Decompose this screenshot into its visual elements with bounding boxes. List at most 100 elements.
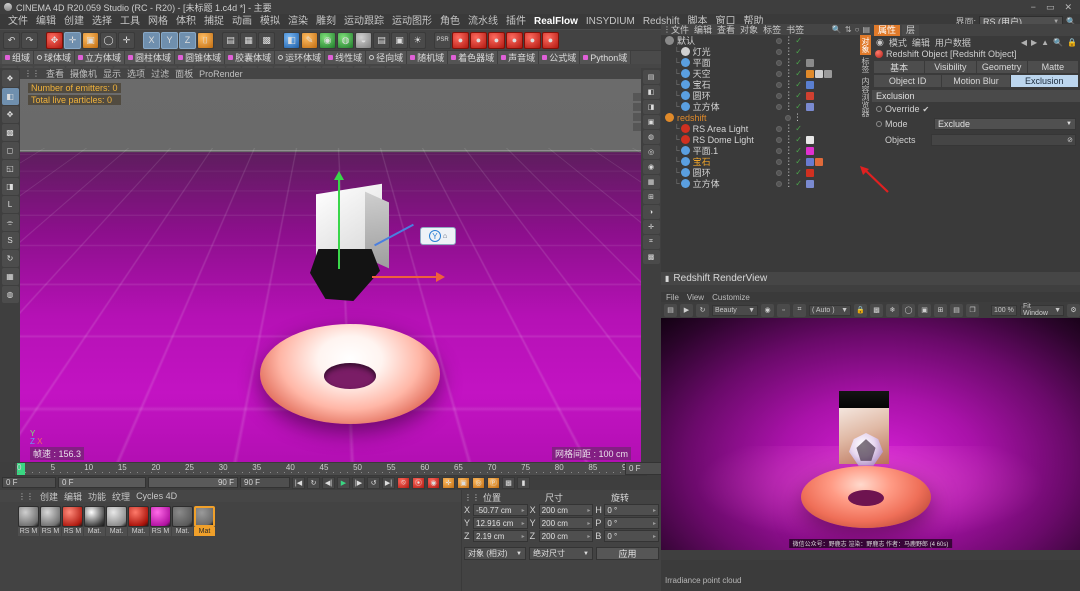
live-selection-icon[interactable]: ✥: [46, 32, 63, 49]
viewport-side-tool-3[interactable]: ▣: [643, 115, 660, 129]
viewport-torus-object[interactable]: [260, 324, 440, 424]
menu-item-6[interactable]: 体积: [172, 14, 200, 29]
visibility-editor-dot[interactable]: [776, 38, 782, 44]
attribute-manager-tabs[interactable]: 属性层: [872, 24, 1080, 36]
play-button[interactable]: ▶: [337, 477, 350, 489]
attribute-subtab-object-id[interactable]: Object ID: [874, 75, 941, 87]
dither-icon[interactable]: ▫: [777, 304, 790, 317]
start-render-icon[interactable]: ▶: [680, 304, 693, 317]
end-frame-slider[interactable]: 90 F: [148, 477, 238, 488]
position-key-button[interactable]: ✛: [442, 477, 455, 489]
field-button-6[interactable]: 运环体域: [275, 51, 325, 64]
material-item-7[interactable]: Mat.: [172, 506, 193, 536]
render-region-icon[interactable]: ▦: [240, 32, 257, 49]
search-icon[interactable]: 🔍: [832, 25, 842, 34]
measure-tool-icon[interactable]: L: [2, 196, 19, 213]
renderview-menu-file[interactable]: File: [666, 293, 679, 302]
scale-icon[interactable]: ▣: [82, 32, 99, 49]
render-view-icon[interactable]: ▤: [222, 32, 239, 49]
override-checkbox[interactable]: ✔: [923, 105, 930, 114]
snowflake-icon[interactable]: ❄: [886, 304, 899, 317]
object-row-8[interactable]: └RS Area Light⋮✓: [661, 123, 860, 134]
history-icon[interactable]: ▤: [950, 304, 963, 317]
viewport-side-tool-7[interactable]: ▦: [643, 175, 660, 189]
coord-position-input-2[interactable]: 2.19 cm▸: [473, 530, 528, 542]
rs-volume-icon[interactable]: ●: [542, 32, 559, 49]
edges-tool-icon[interactable]: ◱: [2, 160, 19, 177]
autokey-button[interactable]: ⦿: [412, 477, 425, 489]
visibility-editor-dot[interactable]: [785, 115, 791, 121]
object-axis-icon[interactable]: ✥: [2, 106, 19, 123]
render-settings-icon[interactable]: ▩: [258, 32, 275, 49]
attribute-subtabs-row-1[interactable]: 基本VisibilityGeometryMatte: [872, 60, 1080, 74]
field-button-7[interactable]: 线性域: [325, 51, 366, 64]
enabled-check-icon[interactable]: ✓: [795, 102, 802, 111]
stepper-icon[interactable]: ▸: [587, 520, 590, 527]
polygon-mesh-icon[interactable]: ▩: [2, 124, 19, 141]
grid-icon[interactable]: ▩: [870, 304, 883, 317]
camera-widget[interactable]: Y ⌂: [420, 227, 456, 245]
rs-object-icon[interactable]: ●: [452, 32, 469, 49]
current-frame-field[interactable]: 0 F: [2, 477, 56, 488]
viewport-nav-icons[interactable]: [633, 93, 641, 131]
viewport-side-tool-2[interactable]: ◨: [643, 100, 660, 114]
orbit-icon[interactable]: [633, 113, 641, 121]
material-item-5[interactable]: Mat.: [128, 506, 149, 536]
menu-item-10[interactable]: 渲染: [284, 14, 312, 29]
menu-item-14[interactable]: 角色: [436, 14, 464, 29]
attribute-subtab-geometry[interactable]: Geometry: [977, 61, 1027, 73]
menu-item-1[interactable]: 编辑: [32, 14, 60, 29]
visibility-editor-dot[interactable]: [776, 104, 782, 110]
object-vtab-0[interactable]: 对象: [860, 35, 871, 55]
circle-slash-icon[interactable]: ⊘: [1067, 136, 1073, 144]
visibility-editor-dot[interactable]: [776, 82, 782, 88]
viewport-side-tool-12[interactable]: ▩: [643, 250, 660, 264]
coord-rotation-input-1[interactable]: 0 °▸: [604, 517, 659, 529]
workplane-icon[interactable]: ⌯: [2, 214, 19, 231]
object-tag-0[interactable]: [806, 59, 814, 67]
objects-droparea[interactable]: ⊘: [931, 134, 1076, 146]
coord-position-input-1[interactable]: 12.916 cm▸: [473, 517, 528, 529]
stepper-icon[interactable]: ▸: [522, 520, 525, 527]
object-row-12[interactable]: └圆环⋮✓: [661, 167, 860, 178]
object-tag-0[interactable]: [806, 147, 814, 155]
stepper-icon[interactable]: ▸: [587, 507, 590, 514]
attribute-nav-icon-4[interactable]: 🔒: [1067, 38, 1077, 47]
material-menu-0[interactable]: 创建: [40, 490, 58, 503]
enabled-check-icon[interactable]: ✓: [795, 157, 802, 166]
maximize-view-icon[interactable]: [633, 123, 641, 131]
object-tag-0[interactable]: [806, 81, 814, 89]
coord-size-input-0[interactable]: 200 cm▸: [539, 504, 594, 516]
viewport-side-tool-1[interactable]: ◧: [643, 85, 660, 99]
timeline-settings-button[interactable]: ▮: [517, 477, 530, 489]
apply-button[interactable]: 应用: [596, 547, 659, 560]
viewport-side-tool-4[interactable]: ◍: [643, 130, 660, 144]
object-tag-2[interactable]: [824, 70, 832, 78]
material-menu-4[interactable]: Cycles 4D: [136, 491, 177, 501]
object-visibility-dots[interactable]: ⋮✓: [776, 57, 804, 68]
enabled-check-icon[interactable]: ✓: [795, 146, 802, 155]
field-button-11[interactable]: 声音域: [498, 51, 539, 64]
material-item-0[interactable]: RS M: [18, 506, 39, 536]
renderview-canvas[interactable]: 微信公众号：野鹿志 渲染：野鹿志 作者：马鹿野郎 (4 60s): [661, 318, 1080, 550]
camera-icon[interactable]: ▣: [391, 32, 408, 49]
world-coord-icon[interactable]: ⌷: [197, 32, 214, 49]
renderview-menu-view[interactable]: View: [687, 293, 704, 302]
object-vtab-1[interactable]: 标签: [860, 55, 871, 75]
lock-icon[interactable]: 🔒: [854, 304, 867, 317]
magnet-icon[interactable]: ↻: [2, 250, 19, 267]
circle-icon[interactable]: ◯: [902, 304, 915, 317]
fit-dropdown[interactable]: Fit Window▼: [1020, 305, 1064, 316]
attribute-menu-1[interactable]: 编辑: [912, 36, 930, 49]
object-row-7[interactable]: redshift⋮: [661, 112, 860, 123]
crop-region-icon[interactable]: ⌗: [793, 304, 806, 317]
enabled-check-icon[interactable]: ✓: [795, 124, 802, 133]
goto-end-button[interactable]: ▶|: [382, 477, 395, 489]
object-visibility-dots[interactable]: ⋮✓: [776, 68, 804, 79]
stepper-icon[interactable]: ▸: [653, 507, 656, 514]
object-visibility-dots[interactable]: ⋮✓: [776, 167, 804, 178]
prev-frame-button[interactable]: ◀|: [322, 477, 335, 489]
object-manager-tabs[interactable]: 对象标签内容浏览器: [860, 35, 872, 119]
menu-item-8[interactable]: 动画: [228, 14, 256, 29]
menu-item-18[interactable]: INSYDIUM: [582, 14, 639, 29]
